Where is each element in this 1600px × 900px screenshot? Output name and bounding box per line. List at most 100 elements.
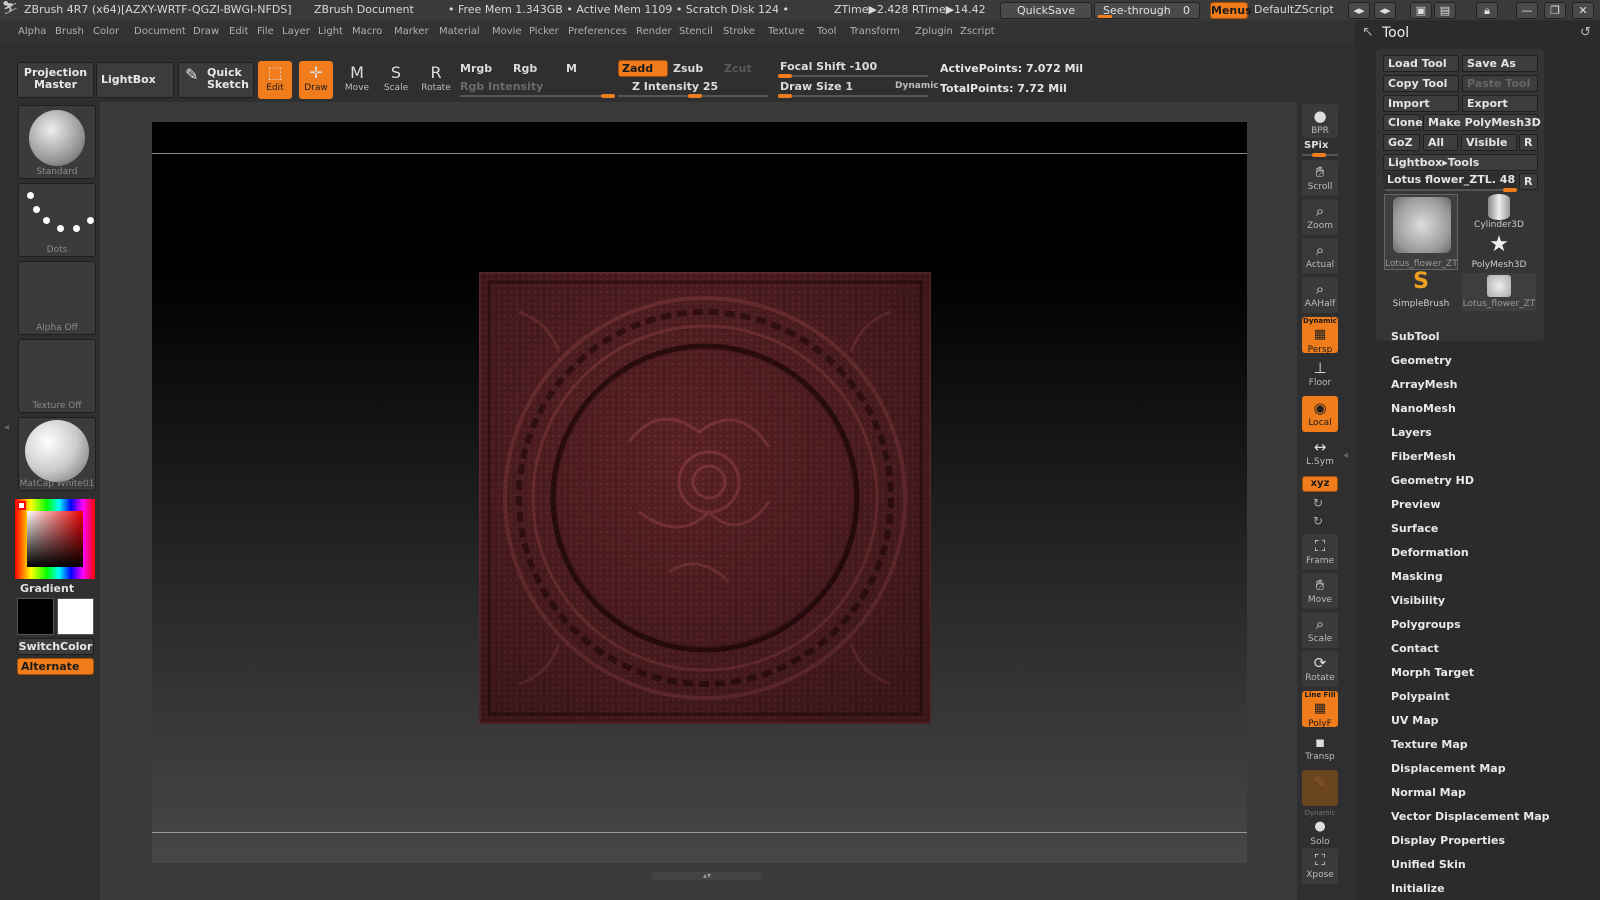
layout2-icon[interactable]: ▤ xyxy=(1434,2,1456,19)
menu-item-transform[interactable]: Transform xyxy=(850,26,900,37)
section-visibility[interactable]: Visibility xyxy=(1391,594,1445,607)
section-layers[interactable]: Layers xyxy=(1391,426,1432,439)
tool-thumb-lotus-2[interactable]: Lotus_flower_ZT xyxy=(1462,273,1536,311)
section-arraymesh[interactable]: ArrayMesh xyxy=(1391,378,1457,391)
scroll-button[interactable]: ✋︎ Scroll xyxy=(1302,160,1338,196)
menu-item-document[interactable]: Document xyxy=(134,26,186,37)
menu-item-picker[interactable]: Picker xyxy=(529,26,559,37)
projection-master-button[interactable]: Projection Master xyxy=(17,62,94,98)
menu-item-movie[interactable]: Movie xyxy=(492,26,522,37)
menu-item-zplugin[interactable]: Zplugin xyxy=(915,26,953,37)
make-polymesh3d-button[interactable]: Make PolyMesh3D xyxy=(1423,114,1541,131)
zoom-button[interactable]: ⌕ Zoom xyxy=(1302,199,1338,235)
xyz-button[interactable]: xyz xyxy=(1302,476,1338,492)
current-tool-r-button[interactable]: R xyxy=(1519,173,1538,190)
load-tool-button[interactable]: Load Tool xyxy=(1383,55,1459,72)
rotate-z-icon[interactable]: ↻ xyxy=(1313,514,1323,528)
dynamic-button[interactable]: Dynamic xyxy=(895,81,939,91)
menu-item-color[interactable]: Color xyxy=(93,26,119,37)
collapse-right-icon[interactable]: ◂ xyxy=(1343,450,1348,461)
switchcolor-button[interactable]: SwitchColor xyxy=(17,638,94,655)
scale-view-button[interactable]: ⌕ Scale xyxy=(1302,612,1338,648)
quick-sketch-button[interactable]: ✎ Quick Sketch xyxy=(178,62,254,98)
ghost-button[interactable]: ✎ xyxy=(1302,770,1338,806)
menu-item-zscript[interactable]: Zscript xyxy=(960,26,995,37)
alternate-button[interactable]: Alternate xyxy=(17,658,94,675)
menu-item-stencil[interactable]: Stencil xyxy=(679,26,713,37)
section-surface[interactable]: Surface xyxy=(1391,522,1438,535)
actual-button[interactable]: ⌕ Actual xyxy=(1302,238,1338,274)
restore-icon[interactable]: ❐ xyxy=(1544,2,1566,19)
menus-button[interactable]: Menus xyxy=(1210,2,1252,19)
menu-item-brush[interactable]: Brush xyxy=(55,26,84,37)
menu-item-marker[interactable]: Marker xyxy=(394,26,429,37)
section-fibermesh[interactable]: FiberMesh xyxy=(1391,450,1456,463)
pin-icon[interactable]: ↖ xyxy=(1362,24,1374,40)
section-displacement-map[interactable]: Displacement Map xyxy=(1391,762,1506,775)
zadd-button[interactable]: Zadd xyxy=(618,60,668,77)
current-tool-slider[interactable]: Lotus flower_ZTL. 48 xyxy=(1383,172,1517,189)
quicksave-button[interactable]: QuickSave xyxy=(1000,2,1092,19)
palette-right-icon[interactable]: ◂▸ xyxy=(1374,2,1396,19)
lock-icon[interactable]: 🔒︎ xyxy=(1476,2,1498,19)
menu-item-light[interactable]: Light xyxy=(318,26,343,37)
scale-button[interactable]: S Scale xyxy=(379,61,413,99)
lotus-relief-model[interactable] xyxy=(479,272,931,724)
import-button[interactable]: Import xyxy=(1383,95,1459,112)
menu-item-layer[interactable]: Layer xyxy=(282,26,310,37)
tool-palette-title[interactable]: Tool xyxy=(1382,25,1409,41)
color-picker[interactable] xyxy=(15,499,95,579)
move-button[interactable]: M Move xyxy=(340,61,374,99)
floor-button[interactable]: ⊥ Floor xyxy=(1302,356,1338,392)
color-square[interactable] xyxy=(27,511,83,567)
transp-button[interactable]: ▪ Transp xyxy=(1302,730,1338,766)
save-as-button[interactable]: Save As xyxy=(1462,55,1538,72)
primary-color-swatch[interactable] xyxy=(57,598,94,635)
brush-thumbnail[interactable]: Standard xyxy=(18,105,96,179)
reset-icon[interactable]: ↺ xyxy=(1580,25,1591,40)
layout-icon[interactable]: ▣ xyxy=(1410,2,1432,19)
rotate-view-button[interactable]: ⟳ Rotate xyxy=(1302,651,1338,687)
default-zscript-label[interactable]: DefaultZScript xyxy=(1254,3,1334,16)
collapse-left-icon[interactable]: ◂ xyxy=(4,422,12,462)
rgb-button[interactable]: Rgb xyxy=(513,62,537,75)
material-thumbnail[interactable]: MatCap White01 xyxy=(18,417,96,491)
rotate-y-icon[interactable]: ↻ xyxy=(1313,496,1323,510)
menu-item-render[interactable]: Render xyxy=(636,26,672,37)
see-through-slider[interactable]: See-through 0 xyxy=(1094,2,1200,19)
section-deformation[interactable]: Deformation xyxy=(1391,546,1469,559)
secondary-color-swatch[interactable] xyxy=(17,598,54,635)
section-texture-map[interactable]: Texture Map xyxy=(1391,738,1468,751)
tool-thumb-lotus[interactable]: Lotus_flower_ZT xyxy=(1384,194,1458,270)
frame-button[interactable]: ⛶ Frame xyxy=(1302,534,1338,570)
zsub-button[interactable]: Zsub xyxy=(673,62,703,75)
goz-button[interactable]: GoZ xyxy=(1383,134,1420,151)
lsym-button[interactable]: ↔ L.Sym xyxy=(1302,435,1338,471)
polyf-button[interactable]: Line Fill ▦ PolyF xyxy=(1302,691,1338,729)
persp-button[interactable]: Dynamic ▦ Persp xyxy=(1302,317,1338,355)
goz-r-button[interactable]: R xyxy=(1519,134,1538,151)
zcut-button[interactable]: Zcut xyxy=(724,62,752,75)
tool-thumb-simplebrush[interactable]: S SimpleBrush xyxy=(1384,269,1458,311)
section-vector-displacement-map[interactable]: Vector Displacement Map xyxy=(1391,810,1550,823)
menu-item-texture[interactable]: Texture xyxy=(768,26,805,37)
local-button[interactable]: ◉ Local xyxy=(1302,396,1338,432)
menu-item-preferences[interactable]: Preferences xyxy=(568,26,627,37)
rotate-button[interactable]: R Rotate xyxy=(419,61,453,99)
section-polygroups[interactable]: Polygroups xyxy=(1391,618,1461,631)
edit-button[interactable]: ⬚ Edit xyxy=(258,61,292,99)
menu-item-edit[interactable]: Edit xyxy=(229,26,248,37)
tool-thumb-polymesh[interactable]: ★ PolyMesh3D xyxy=(1462,232,1536,272)
bottom-tray-handle[interactable]: ▴▾ xyxy=(652,872,762,880)
section-polypaint[interactable]: Polypaint xyxy=(1391,690,1450,703)
goz-all-button[interactable]: All xyxy=(1423,134,1458,151)
texture-thumbnail[interactable]: Texture Off xyxy=(18,339,96,413)
menu-item-tool[interactable]: Tool xyxy=(817,26,836,37)
draw-button[interactable]: ✛ Draw xyxy=(299,61,333,99)
copy-tool-button[interactable]: Copy Tool xyxy=(1383,75,1459,92)
rgb-intensity-slider[interactable]: Rgb Intensity xyxy=(460,80,543,93)
bpr-button[interactable]: ● BPR xyxy=(1302,104,1338,138)
section-masking[interactable]: Masking xyxy=(1391,570,1443,583)
draw-size-slider[interactable]: Draw Size 1 xyxy=(780,80,853,93)
viewport-canvas[interactable] xyxy=(152,122,1247,863)
